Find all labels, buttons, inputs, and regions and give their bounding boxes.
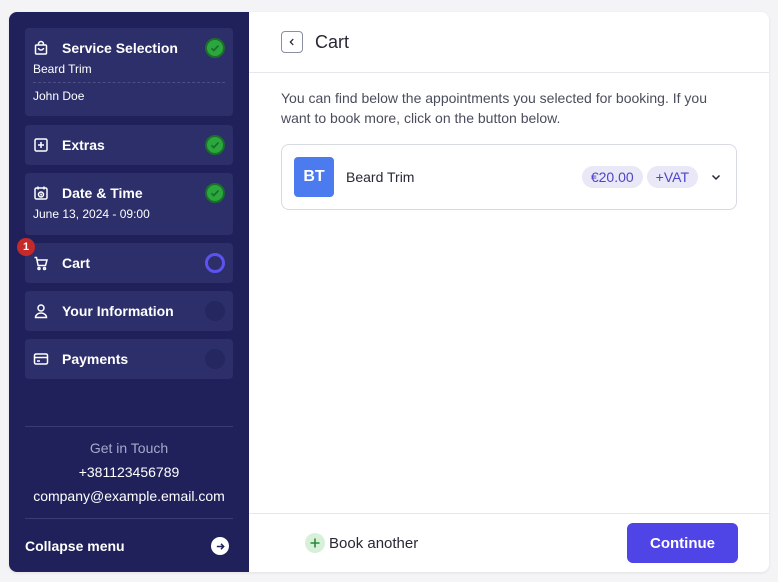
price-badge: €20.00 (581, 166, 643, 188)
step-detail-service: Beard Trim (33, 62, 92, 76)
footer: Book another Continue (249, 513, 769, 572)
chevron-down-icon[interactable] (708, 169, 724, 185)
main-panel: Cart You can find below the appointments… (249, 12, 769, 572)
chevron-left-icon (289, 38, 294, 46)
book-another-label: Book another (329, 534, 419, 552)
step-title: Cart (62, 255, 91, 271)
check-icon (205, 183, 225, 203)
user-icon (33, 303, 49, 319)
service-name: Beard Trim (346, 169, 415, 185)
contact-heading: Get in Touch (89, 440, 169, 456)
step-title: Service Selection (62, 40, 178, 56)
continue-button[interactable]: Continue (627, 523, 738, 563)
step-title: Your Information (62, 303, 174, 319)
step-date-time[interactable]: Date & Time June 13, 2024 - 09:00 (25, 173, 233, 235)
step-title: Date & Time (62, 185, 143, 201)
pending-step-indicator (205, 301, 225, 321)
back-button[interactable] (281, 31, 303, 53)
cart-icon (33, 255, 49, 271)
dashed-divider (33, 82, 225, 83)
vat-badge: +VAT (646, 166, 698, 188)
collapse-menu-button[interactable]: Collapse menu (25, 518, 233, 572)
step-title: Extras (62, 137, 105, 153)
step-payments[interactable]: Payments (25, 339, 233, 379)
cart-item[interactable]: BT Beard Trim €20.00 +VAT (281, 144, 737, 210)
check-icon (205, 38, 225, 58)
plus-icon (305, 533, 325, 553)
page-title: Cart (315, 31, 350, 52)
header: Cart (249, 12, 769, 73)
calendar-clock-icon (33, 185, 49, 201)
card-icon (33, 351, 49, 367)
step-title: Payments (62, 351, 129, 367)
contact-section: Get in Touch +381123456789 company@examp… (25, 426, 233, 504)
sidebar: Service Selection Beard Trim John Doe Ex… (9, 12, 249, 572)
collapse-menu-label: Collapse menu (25, 538, 125, 554)
plus-square-icon (33, 137, 49, 153)
contact-email[interactable]: company@example.email.com (25, 488, 233, 504)
arrow-right-icon[interactable] (211, 537, 229, 555)
step-your-information[interactable]: Your Information (25, 291, 233, 331)
cart-description: You can find below the appointments you … (281, 90, 707, 126)
book-another-button[interactable]: Book another (305, 533, 418, 553)
current-step-indicator (205, 253, 225, 273)
bag-icon (33, 40, 49, 56)
service-avatar: BT (294, 157, 334, 197)
check-icon (205, 135, 225, 155)
cart-count-badge: 1 (17, 238, 35, 256)
booking-app: Service Selection Beard Trim John Doe Ex… (9, 12, 769, 572)
step-detail-employee: John Doe (33, 89, 85, 103)
contact-phone[interactable]: +381123456789 (25, 464, 233, 480)
pending-step-indicator (205, 349, 225, 369)
step-service-selection[interactable]: Service Selection Beard Trim John Doe (25, 28, 233, 116)
step-detail-datetime: June 13, 2024 - 09:00 (33, 207, 150, 221)
step-cart[interactable]: 1 Cart (17, 238, 233, 283)
step-extras[interactable]: Extras (25, 125, 233, 165)
